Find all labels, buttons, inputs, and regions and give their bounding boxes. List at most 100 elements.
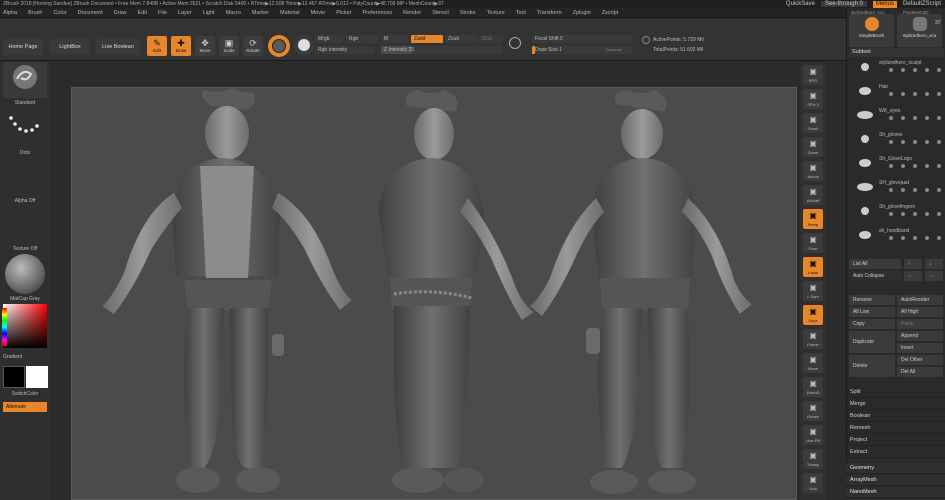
subtool-row[interactable]: WK_eyes (849, 107, 944, 124)
shelf-persp-button[interactable]: ▣ Persp (803, 209, 823, 229)
menu-render[interactable]: Render (403, 10, 421, 16)
subtool-row[interactable]: sh_hoodband (849, 227, 944, 244)
menu-document[interactable]: Document (78, 10, 103, 16)
shelf-move-button[interactable]: ▣ Move (803, 353, 823, 373)
shelf-linefill-button[interactable]: ▣ Line Fill (803, 425, 823, 445)
menu-transform[interactable]: Transform (537, 10, 562, 16)
visibility-icon[interactable] (937, 92, 941, 96)
move-button[interactable]: ✥ Move (195, 36, 215, 56)
copy-button[interactable]: Copy (849, 319, 895, 329)
delete-button[interactable]: Delete (849, 355, 895, 377)
visibility-icon[interactable] (937, 116, 941, 120)
zadd-toggle[interactable]: Zadd (411, 35, 443, 43)
shelf-scroll-button[interactable]: ▣ Scroll (803, 113, 823, 133)
shelf-aahalf-button[interactable]: ▣ AAHalf (803, 185, 823, 205)
polypaint-icon[interactable] (901, 92, 905, 96)
see-through-slider[interactable]: See-through 0 (820, 1, 867, 7)
stroke-preview-button[interactable] (294, 35, 314, 55)
action-split-button[interactable]: Split (846, 387, 945, 398)
eye-icon[interactable] (889, 68, 893, 72)
brush-mode-icon[interactable] (509, 37, 521, 49)
auto-reorder-button[interactable]: AutoReorder (897, 295, 943, 305)
rename-button[interactable]: Rename (849, 295, 895, 305)
shelf-lsym-button[interactable]: ▣ L.Sym (803, 281, 823, 301)
append-button[interactable]: Append (897, 331, 943, 341)
subtool-row[interactable]: Sh_GloveLogo (849, 155, 944, 172)
brush-icon[interactable] (913, 164, 917, 168)
zcut-toggle[interactable]: Zcut (479, 35, 503, 43)
stroke-picker[interactable] (3, 110, 47, 146)
live-boolean-button[interactable]: Live Boolean (96, 39, 140, 55)
default-zscript-button[interactable]: DefaultZScript (903, 1, 941, 7)
alpha-picker[interactable] (3, 160, 47, 196)
shelf-rotate-button[interactable]: ▣ Rotate (803, 401, 823, 421)
menu-draw[interactable]: Draw (114, 10, 127, 16)
arrow-right-button[interactable]: → (925, 271, 943, 281)
zsub-toggle[interactable]: Zsub (445, 35, 477, 43)
section-geometry[interactable]: Geometry (846, 463, 945, 474)
del-other-button[interactable]: Del Other (897, 355, 943, 365)
insert-button[interactable]: Insert (897, 343, 943, 353)
menu-edit[interactable]: Edit (138, 10, 147, 16)
home-page-button[interactable]: Home Page (3, 39, 43, 55)
rgb-intensity-slider[interactable]: Rgb Intensity (315, 46, 375, 54)
scale-button[interactable]: ▣ Scale (219, 36, 239, 56)
shelf-floor-button[interactable]: ▣ Floor (803, 233, 823, 253)
mrgb-toggle[interactable]: Mrgb (315, 35, 343, 43)
shelf-zoom-button[interactable]: ▣ Zoom (803, 137, 823, 157)
menu-stencil[interactable]: Stencil (432, 10, 449, 16)
rgb-toggle[interactable]: Rgb (346, 35, 378, 43)
group-icon[interactable] (925, 188, 929, 192)
dynamic-toggle[interactable]: Dynamic (606, 47, 622, 52)
secondary-color-swatch[interactable] (3, 366, 25, 388)
eye-icon[interactable] (889, 140, 893, 144)
shelf-actual-button[interactable]: ▣ Actual (803, 161, 823, 181)
arrow-down-button[interactable]: ↓ (925, 259, 943, 269)
section-arraymesh[interactable]: ArrayMesh (846, 475, 945, 486)
switch-color-button[interactable]: SwitchColor (0, 391, 50, 397)
eye-icon[interactable] (889, 164, 893, 168)
action-extract-button[interactable]: Extract (846, 447, 945, 458)
paste-button[interactable]: Paste (897, 319, 943, 329)
group-icon[interactable] (925, 140, 929, 144)
all-low-button[interactable]: All Low (849, 307, 895, 317)
shelf-local-button[interactable]: ▣ Local (803, 257, 823, 277)
subtool-row[interactable]: SH_glovepad (849, 179, 944, 196)
subtool-row[interactable]: Sh_gloves (849, 131, 944, 148)
arrow-up-button[interactable]: ↑ (904, 259, 922, 269)
focal-shift-slider[interactable]: Focal Shift 0 (532, 35, 632, 43)
brush-icon[interactable] (913, 236, 917, 240)
duplicate-button[interactable]: Duplicate (849, 331, 895, 353)
shelf-bpr-button[interactable]: ▣ BPR (803, 65, 823, 85)
m-toggle[interactable]: M (381, 35, 409, 43)
brush-icon[interactable] (913, 116, 917, 120)
del-all-button[interactable]: Del All (897, 367, 943, 377)
visibility-icon[interactable] (937, 140, 941, 144)
menu-tool[interactable]: Tool (516, 10, 526, 16)
brush-icon[interactable] (913, 68, 917, 72)
visibility-icon[interactable] (937, 164, 941, 168)
polypaint-icon[interactable] (901, 68, 905, 72)
menu-stroke[interactable]: Stroke (460, 10, 476, 16)
list-all-button[interactable]: List All (849, 259, 901, 269)
brush-icon[interactable] (913, 92, 917, 96)
menu-brush[interactable]: Brush (28, 10, 42, 16)
brush-icon[interactable] (913, 140, 917, 144)
menu-preferences[interactable]: Preferences (363, 10, 393, 16)
main-color-swatch[interactable] (26, 366, 48, 388)
section-nanomesh[interactable]: NanoMesh (846, 487, 945, 498)
texture-picker[interactable] (3, 208, 47, 244)
menu-layer[interactable]: Layer (178, 10, 192, 16)
menu-picker[interactable]: Picker (336, 10, 351, 16)
eye-icon[interactable] (889, 212, 893, 216)
menu-zplugin[interactable]: Zplugin (573, 10, 591, 16)
brush-icon[interactable] (913, 212, 917, 216)
visibility-icon[interactable] (937, 212, 941, 216)
material-picker[interactable] (3, 254, 47, 294)
shelf-transp-button[interactable]: ▣ Transp (803, 449, 823, 469)
shelf-spix-button[interactable]: ▣ SPix 3 (803, 89, 823, 109)
arrow-left-button[interactable]: ← (904, 271, 922, 281)
group-icon[interactable] (925, 164, 929, 168)
auto-collapse-toggle[interactable]: Auto Collapse (849, 271, 901, 281)
action-boolean-button[interactable]: Boolean (846, 411, 945, 422)
